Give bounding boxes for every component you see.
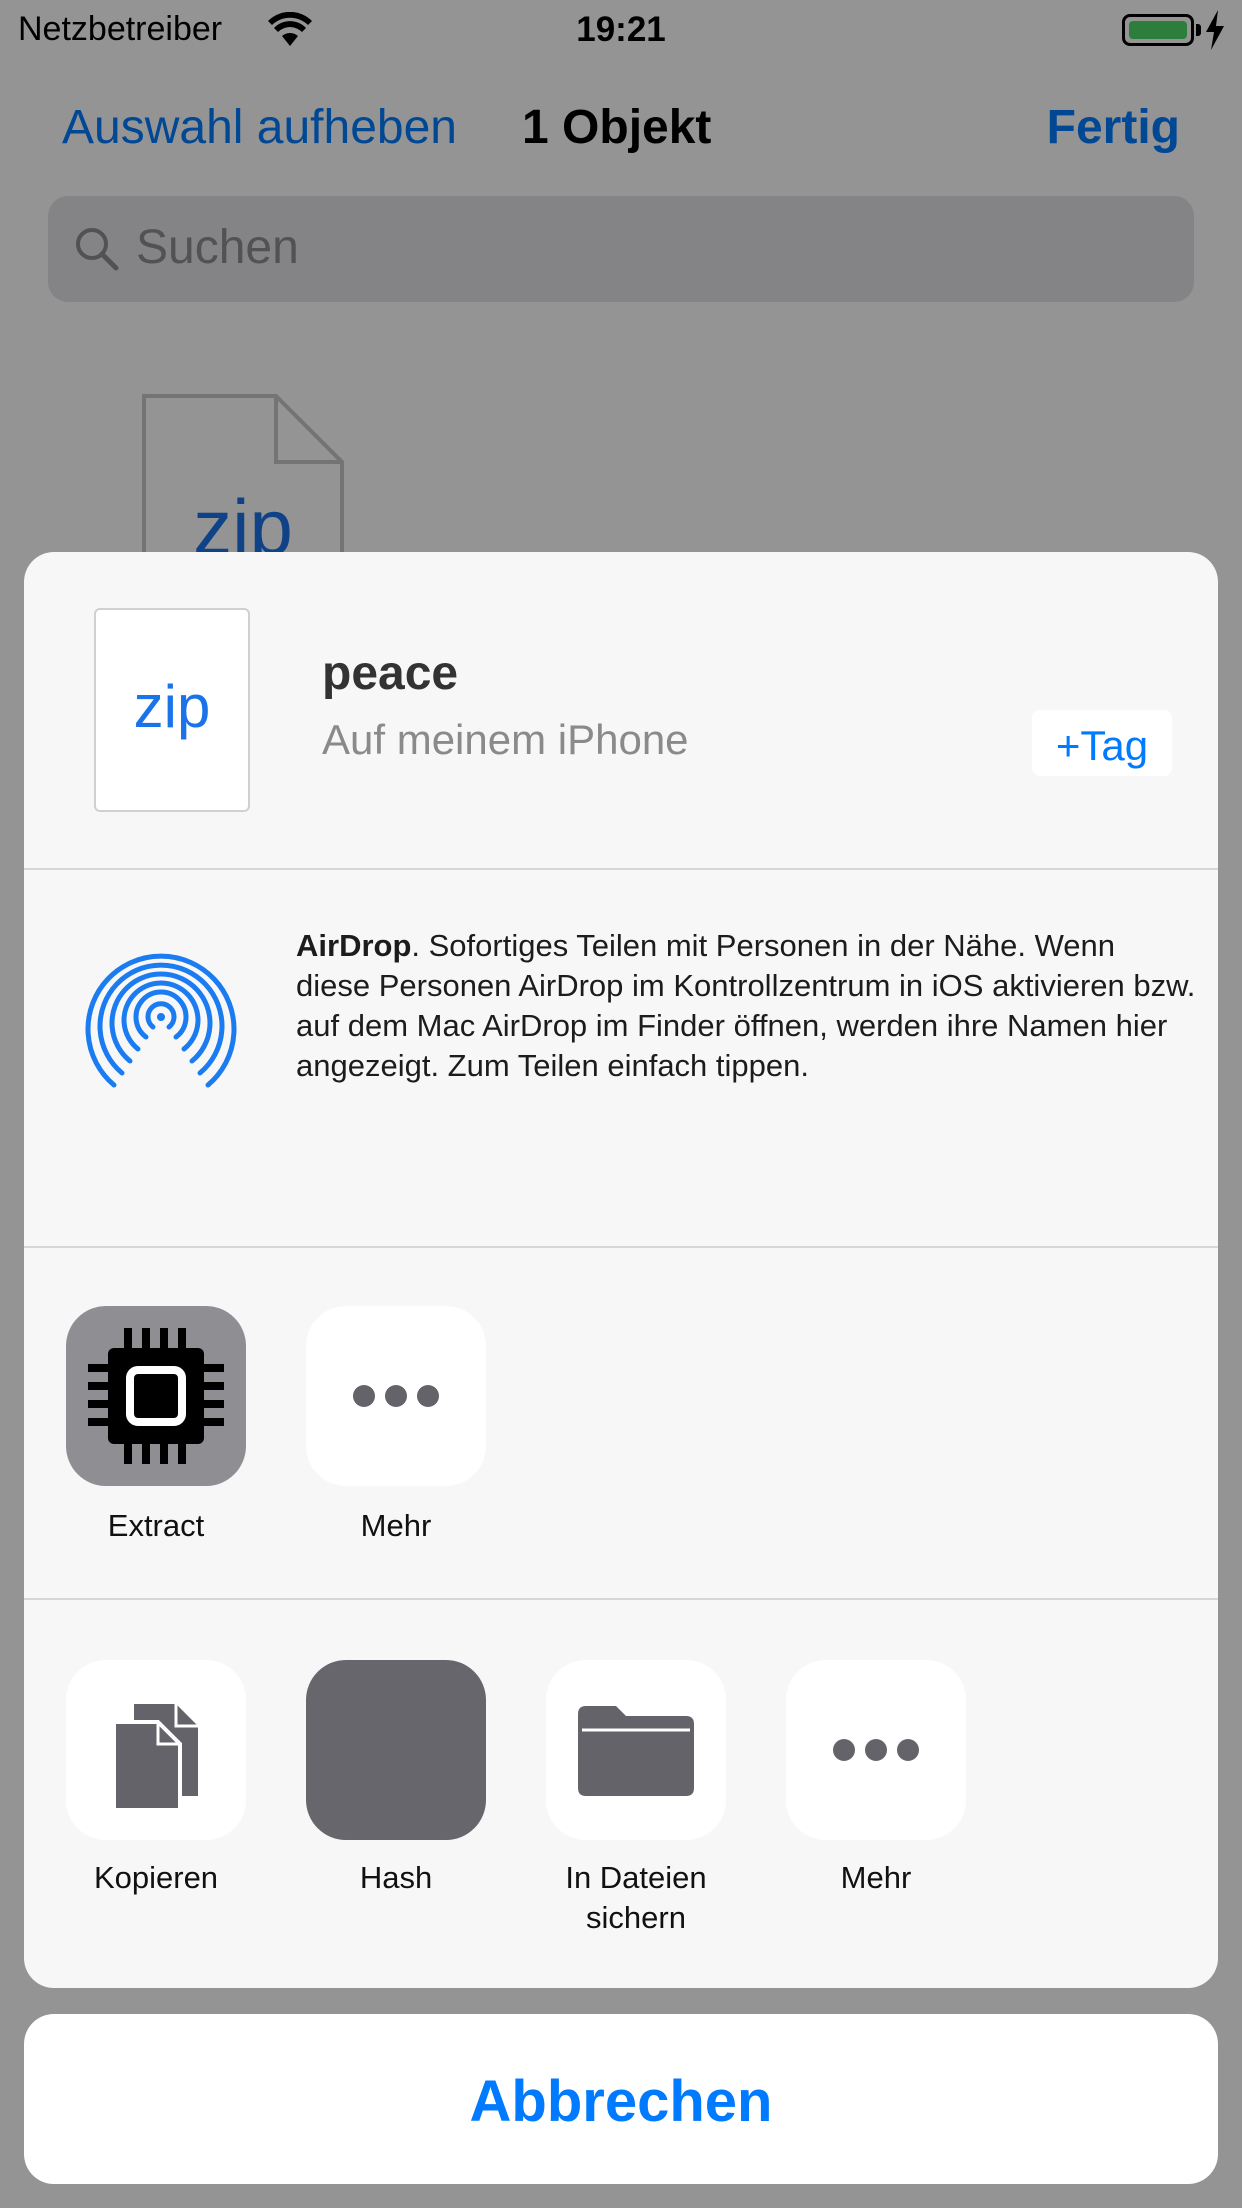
more-actions-button[interactable] xyxy=(786,1660,966,1840)
airdrop-icon xyxy=(85,953,237,1088)
folder-icon xyxy=(578,1706,694,1796)
share-sheet: zip peace Auf meinem iPhone +Tag AirDrop… xyxy=(24,552,1218,1988)
file-name: peace xyxy=(322,647,459,700)
copy-button[interactable] xyxy=(66,1660,246,1840)
copy-label: Kopieren xyxy=(93,1860,219,1895)
extract-app-button[interactable] xyxy=(66,1306,246,1486)
more-apps-button[interactable] xyxy=(306,1306,486,1486)
more-dots-icon xyxy=(833,1739,919,1761)
hash-button[interactable] xyxy=(306,1660,486,1840)
more-dots-icon xyxy=(353,1385,439,1407)
divider xyxy=(24,1598,1218,1600)
copy-icon xyxy=(112,1704,198,1812)
chip-icon xyxy=(88,1328,224,1464)
save-to-files-button[interactable] xyxy=(546,1660,726,1840)
save-to-files-label: In Dateien sichern xyxy=(565,1860,707,1935)
add-tag-label: +Tag xyxy=(1055,722,1149,769)
file-type-label: zip xyxy=(133,673,211,740)
airdrop-title: AirDrop xyxy=(296,928,412,963)
airdrop-body: . Sofortiges Teilen mit Personen in der … xyxy=(296,928,1196,1083)
more-apps-label: Mehr xyxy=(360,1508,432,1543)
hash-label: Hash xyxy=(359,1860,433,1895)
file-thumbnail: zip xyxy=(94,608,250,812)
divider xyxy=(24,868,1218,870)
cancel-button[interactable]: Abbrechen xyxy=(24,2014,1218,2184)
more-actions-label: Mehr xyxy=(840,1860,912,1895)
airdrop-description: AirDrop. Sofortiges Teilen mit Personen … xyxy=(296,926,1196,1086)
file-location: Auf meinem iPhone xyxy=(322,716,689,763)
add-tag-button[interactable]: +Tag xyxy=(1032,710,1172,776)
divider xyxy=(24,1246,1218,1248)
extract-label: Extract xyxy=(107,1508,205,1543)
cancel-label: Abbrechen xyxy=(469,2069,773,2134)
